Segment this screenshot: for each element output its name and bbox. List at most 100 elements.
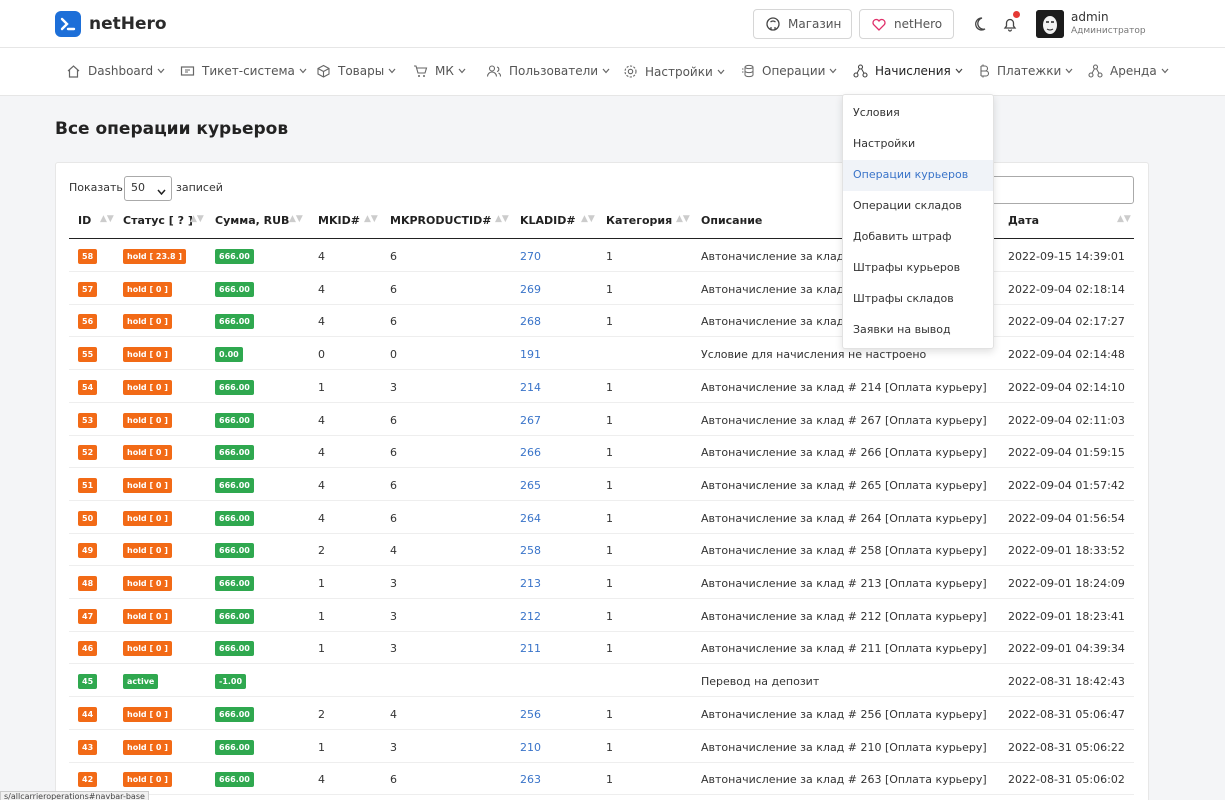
sort-icon[interactable]: ▲▼ xyxy=(676,214,690,224)
chevron-down-icon xyxy=(299,68,307,74)
row-kladid-link[interactable]: 265 xyxy=(520,479,541,492)
row-id-badge: 46 xyxy=(78,641,98,657)
row-id-badge: 56 xyxy=(78,314,98,330)
row-kladid-link[interactable]: 264 xyxy=(520,512,541,525)
row-date: 2022-09-01 04:39:34 xyxy=(1008,642,1125,656)
row-date: 2022-09-04 02:14:48 xyxy=(1008,348,1125,362)
nav-label: Товары xyxy=(338,64,385,78)
brand[interactable]: netHero xyxy=(55,11,167,37)
row-kladid-link[interactable]: 263 xyxy=(520,773,541,786)
sort-icon[interactable]: ▲▼ xyxy=(100,214,114,224)
column-header[interactable]: Дата xyxy=(1008,214,1039,227)
row-status-badge: hold [ 0 ] xyxy=(123,772,172,788)
dropdown-item-courier-operations[interactable]: Операции курьеров xyxy=(843,160,993,191)
row-date: 2022-09-01 18:33:52 xyxy=(1008,544,1125,558)
row-mkproductid: 3 xyxy=(390,609,397,623)
nav-item-accruals[interactable]: Начисления xyxy=(853,64,963,78)
row-kladid-link[interactable]: 270 xyxy=(520,250,541,263)
page-size-value: 50 xyxy=(131,181,145,194)
row-date: 2022-09-04 01:56:54 xyxy=(1008,511,1125,525)
row-kladid-link[interactable]: 269 xyxy=(520,283,541,296)
row-kladid-link[interactable]: 210 xyxy=(520,741,541,754)
row-mkproductid: 3 xyxy=(390,380,397,394)
nav-item-dashboard[interactable]: Dashboard xyxy=(66,64,165,78)
row-date: 2022-09-04 02:14:10 xyxy=(1008,380,1125,394)
page-size-select[interactable]: 50 xyxy=(124,176,172,201)
avatar[interactable] xyxy=(1036,10,1064,38)
row-kladid-link[interactable]: 212 xyxy=(520,610,541,623)
row-date: 2022-08-31 05:06:02 xyxy=(1008,773,1125,787)
nav-label: Пользователи xyxy=(509,64,599,78)
column-header[interactable]: Сумма, RUB xyxy=(215,214,289,227)
row-id-badge: 58 xyxy=(78,249,98,264)
table-row: 47 hold [ 0 ] 666.00 1 3 212 1 Автоначисление з… xyxy=(69,600,1134,632)
sort-icon[interactable]: ▲▼ xyxy=(581,214,595,224)
row-kladid-link[interactable]: 211 xyxy=(520,642,541,655)
row-amount-badge: 666.00 xyxy=(215,412,254,428)
row-id-badge: 54 xyxy=(78,379,98,395)
row-mkid: 1 xyxy=(318,577,325,590)
shop-button[interactable]: Магазин xyxy=(753,9,852,39)
row-id-badge: 50 xyxy=(78,510,98,526)
table-row: 44 hold [ 0 ] 666.00 2 4 256 1 Автоначисление з… xyxy=(69,698,1134,730)
nav-item-mk[interactable]: МК xyxy=(413,64,466,78)
nav-item-settings[interactable]: Настройки xyxy=(623,64,725,79)
sort-icon[interactable]: ▲▼ xyxy=(364,214,378,224)
column-header[interactable]: KLADID# xyxy=(520,214,576,227)
row-kladid-link[interactable]: 214 xyxy=(520,381,541,394)
row-kladid-link[interactable]: 191 xyxy=(520,348,541,361)
dropdown-item-conditions[interactable]: Условия xyxy=(843,98,993,129)
row-kladid-link[interactable]: 268 xyxy=(520,315,541,328)
row-category: 1 xyxy=(606,282,613,296)
nethero-label: netHero xyxy=(894,17,943,31)
nav-item-tickets[interactable]: Тикет-система xyxy=(180,64,307,78)
column-header[interactable]: Статус [ ? ] xyxy=(123,214,193,227)
moon-icon[interactable] xyxy=(972,14,992,34)
row-amount-badge: 666.00 xyxy=(215,249,254,264)
user-name[interactable]: admin xyxy=(1071,10,1109,24)
row-kladid-link[interactable]: 258 xyxy=(520,544,541,557)
row-description: Автоначисление за клад # 264 [Оплата кур… xyxy=(701,511,987,525)
dropdown-item-settings[interactable]: Настройки xyxy=(843,129,993,160)
dropdown-item-courier-fines[interactable]: Штрафы курьеров xyxy=(843,253,993,284)
column-header[interactable]: ID xyxy=(78,214,91,227)
row-kladid-link[interactable]: 267 xyxy=(520,414,541,427)
column-header[interactable]: Описание xyxy=(701,214,762,227)
row-amount-badge: 666.00 xyxy=(215,772,254,788)
row-id-badge: 49 xyxy=(78,543,98,559)
sort-icon[interactable]: ▲▼ xyxy=(1117,214,1131,224)
row-mkid: 1 xyxy=(318,642,325,656)
nav-item-payments[interactable]: Платежки xyxy=(978,64,1073,78)
shop-label: Магазин xyxy=(788,17,842,31)
row-category: 1 xyxy=(606,511,613,525)
nav-item-rent[interactable]: Аренда xyxy=(1088,64,1169,78)
row-category: 1 xyxy=(606,544,613,558)
column-header[interactable]: MKID# xyxy=(318,214,360,227)
dropdown-item-warehouse-operations[interactable]: Операции складов xyxy=(843,191,993,222)
box-icon xyxy=(316,64,331,78)
dropdown-item-withdraw-requests[interactable]: Заявки на вывод xyxy=(843,315,993,346)
dropdown-item-warehouse-fines[interactable]: Штрафы складов xyxy=(843,284,993,315)
table-row: 54 hold [ 0 ] 666.00 1 3 214 1 Автоначисление з… xyxy=(69,371,1134,403)
row-kladid-link[interactable]: 256 xyxy=(520,708,541,721)
page-title: Все операции курьеров xyxy=(55,119,289,139)
dropdown-item-add-fine[interactable]: Добавить штраф xyxy=(843,222,993,253)
row-mkid: 1 xyxy=(318,609,325,623)
nav-item-products[interactable]: Товары xyxy=(316,64,396,78)
bell-icon[interactable] xyxy=(1000,11,1020,34)
search-input[interactable] xyxy=(990,176,1134,204)
row-kladid-link[interactable]: 266 xyxy=(520,446,541,459)
nethero-button[interactable]: netHero xyxy=(859,9,954,39)
row-date: 2022-08-31 05:06:22 xyxy=(1008,740,1125,754)
row-kladid-link[interactable]: 213 xyxy=(520,577,541,590)
nav-item-users[interactable]: Пользователи xyxy=(486,64,610,78)
ticket-icon xyxy=(180,64,195,78)
nav-item-operations[interactable]: Операции xyxy=(740,64,837,78)
sort-icon[interactable]: ▲▼ xyxy=(495,214,509,224)
row-description: Условие для начисления не настроено xyxy=(701,348,927,362)
row-category: 1 xyxy=(606,446,613,460)
sort-icon[interactable]: ▲▼ xyxy=(289,214,303,224)
column-header[interactable]: Категория xyxy=(606,214,672,227)
column-header[interactable]: MKPRODUCTID# xyxy=(390,214,491,227)
sort-icon[interactable]: ▲▼ xyxy=(190,214,204,224)
